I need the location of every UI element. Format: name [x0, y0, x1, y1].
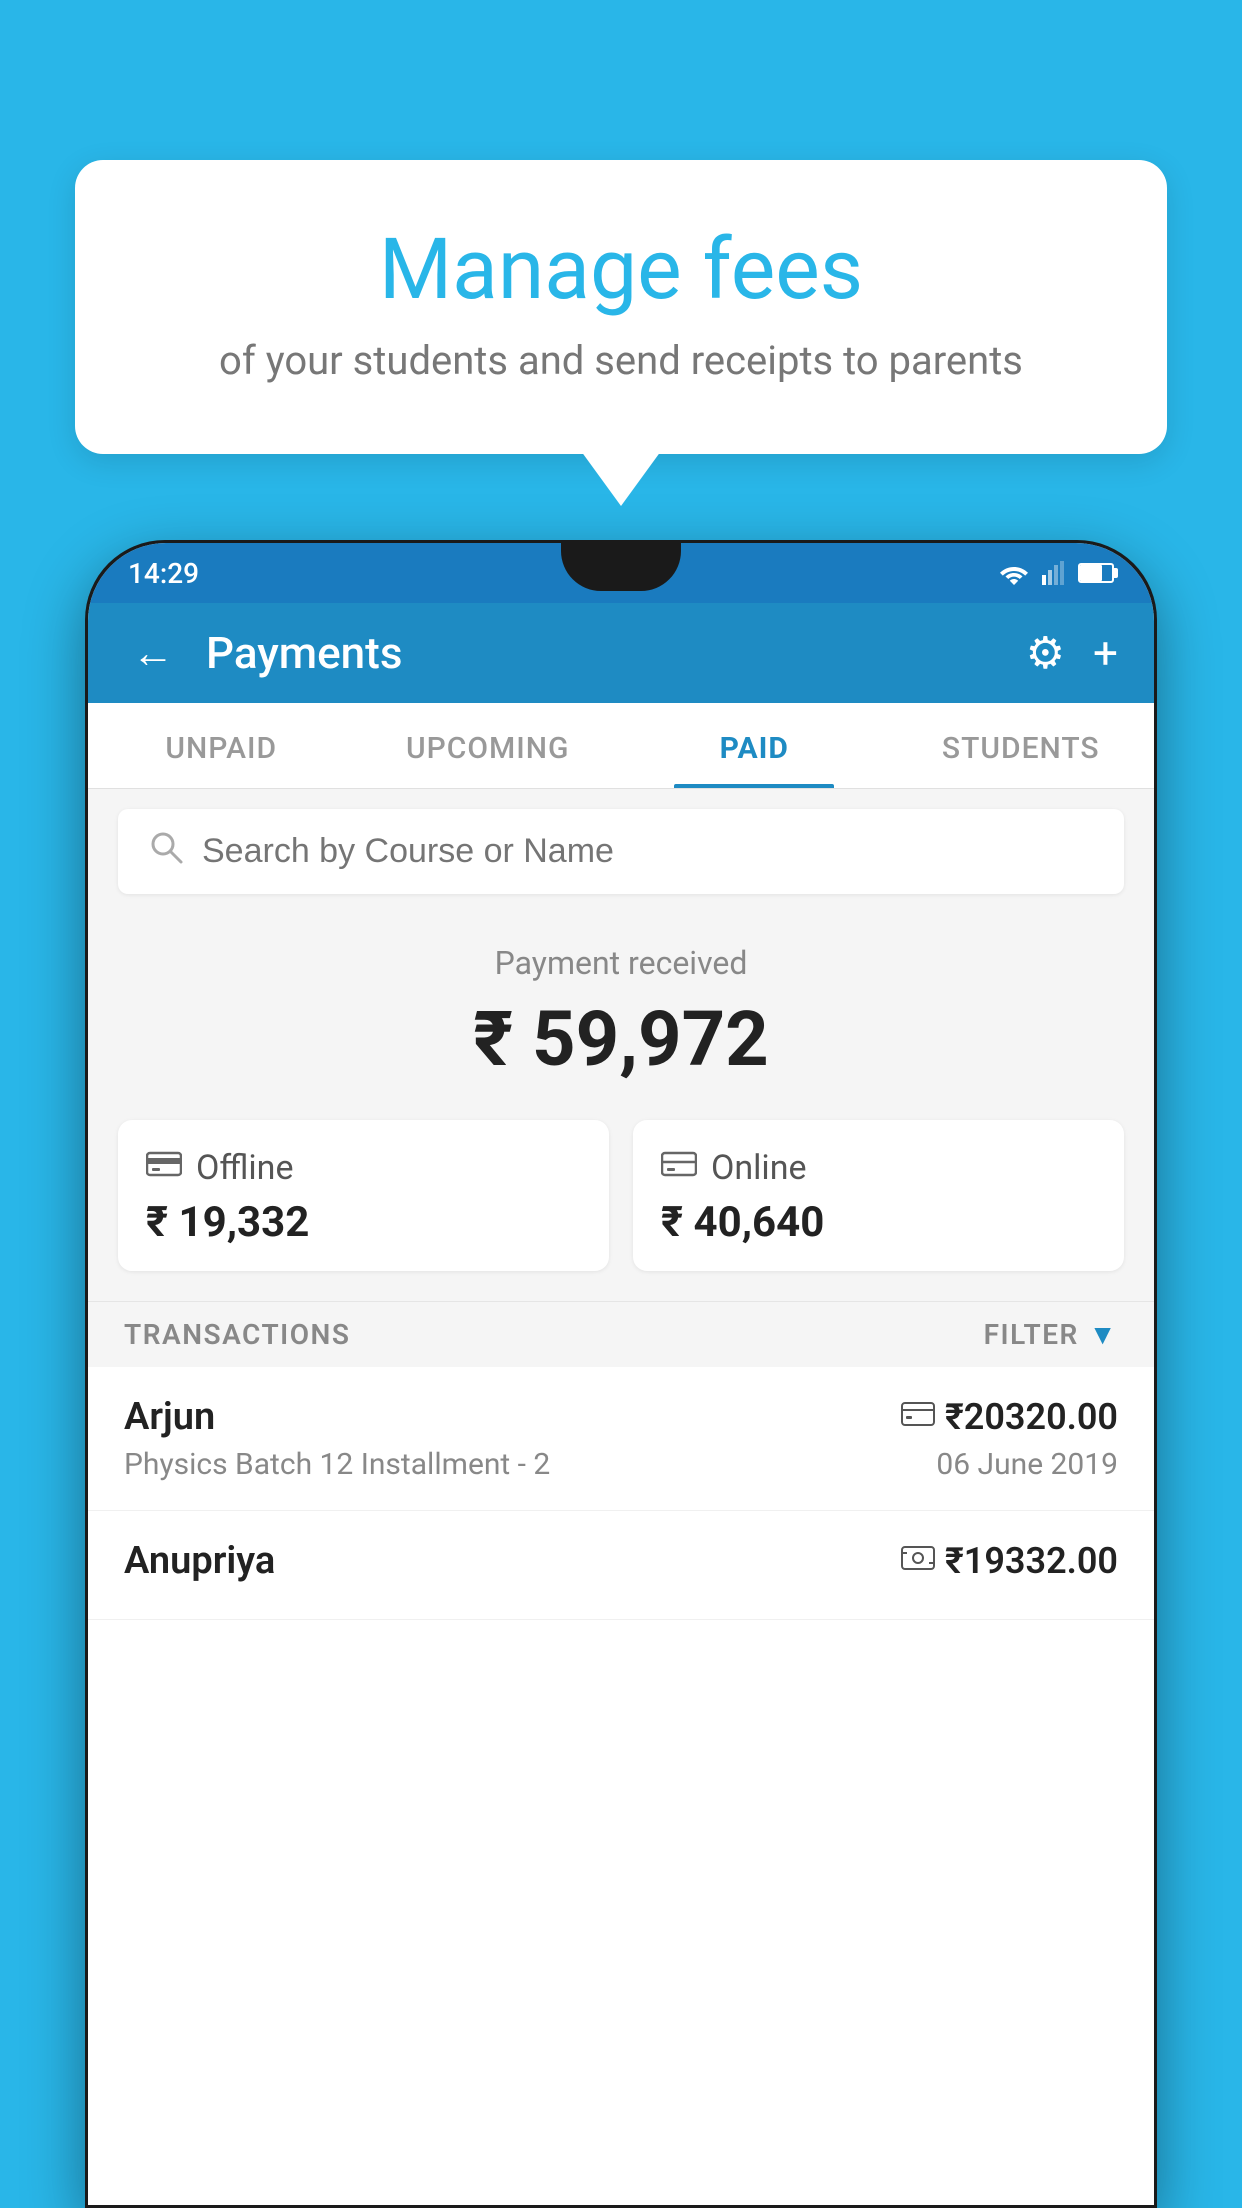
transactions-label: TRANSACTIONS [124, 1318, 350, 1351]
notch [561, 543, 681, 591]
back-button[interactable]: ← [124, 621, 182, 686]
cash-payment-icon [901, 1544, 935, 1579]
offline-amount: ₹ 19,332 [146, 1198, 581, 1247]
transaction-date: 06 June 2019 [936, 1447, 1118, 1482]
wifi-icon [998, 561, 1030, 585]
tab-unpaid[interactable]: UNPAID [88, 703, 355, 788]
student-name: Arjun [124, 1395, 215, 1439]
speech-bubble-subtitle: of your students and send receipts to pa… [125, 337, 1117, 384]
card-payment-icon [901, 1400, 935, 1435]
amount-wrap: ₹20320.00 [901, 1396, 1118, 1438]
payment-received-amount: ₹ 59,972 [118, 994, 1124, 1084]
filter-icon: ▼ [1089, 1318, 1118, 1351]
payment-received-section: Payment received ₹ 59,972 [88, 914, 1154, 1120]
payment-received-label: Payment received [118, 944, 1124, 982]
filter-label: FILTER [984, 1318, 1079, 1351]
course-name: Physics Batch 12 Installment - 2 [124, 1447, 550, 1482]
table-row[interactable]: Anupriya ₹19332.00 [88, 1511, 1154, 1620]
tab-paid[interactable]: PAID [621, 703, 888, 788]
online-icon [661, 1149, 697, 1187]
transaction-amount: ₹19332.00 [945, 1540, 1118, 1582]
status-bar: 14:29 [88, 543, 1154, 603]
offline-payment-card: Offline ₹ 19,332 [118, 1120, 609, 1271]
settings-button[interactable]: ⚙ [1026, 627, 1065, 679]
header-title: Payments [206, 627, 1002, 679]
speech-bubble-title: Manage fees [125, 220, 1117, 319]
tabs-bar: UNPAID UPCOMING PAID STUDENTS [88, 703, 1154, 789]
tab-upcoming[interactable]: UPCOMING [355, 703, 622, 788]
speech-bubble: Manage fees of your students and send re… [75, 160, 1167, 454]
app-header: ← Payments ⚙ + [88, 603, 1154, 703]
tab-students[interactable]: STUDENTS [888, 703, 1155, 788]
payment-cards: Offline ₹ 19,332 Online ₹ 40,640 [88, 1120, 1154, 1301]
search-icon [148, 829, 184, 874]
transactions-header: TRANSACTIONS FILTER ▼ [88, 1301, 1154, 1367]
phone-inner: 14:29 ← [88, 543, 1154, 2205]
add-button[interactable]: + [1093, 627, 1118, 679]
online-label: Online [711, 1148, 807, 1188]
table-row[interactable]: Arjun ₹20320.00 Physics Batch 1 [88, 1367, 1154, 1511]
phone-frame: 14:29 ← [85, 540, 1157, 2208]
battery-icon [1078, 563, 1114, 583]
offline-icon [146, 1149, 182, 1187]
online-amount: ₹ 40,640 [661, 1198, 1096, 1247]
search-input[interactable] [202, 832, 1094, 871]
search-container [88, 789, 1154, 914]
online-payment-card: Online ₹ 40,640 [633, 1120, 1124, 1271]
filter-button[interactable]: FILTER ▼ [984, 1318, 1118, 1351]
student-name: Anupriya [124, 1539, 275, 1583]
status-icons [998, 561, 1114, 585]
search-bar [118, 809, 1124, 894]
offline-label: Offline [196, 1148, 293, 1188]
header-icons: ⚙ + [1026, 627, 1118, 679]
status-time: 14:29 [128, 557, 199, 590]
amount-wrap: ₹19332.00 [901, 1540, 1118, 1582]
transactions-list: Arjun ₹20320.00 Physics Batch 1 [88, 1367, 1154, 1620]
signal-icon [1042, 561, 1066, 585]
transaction-amount: ₹20320.00 [945, 1396, 1118, 1438]
